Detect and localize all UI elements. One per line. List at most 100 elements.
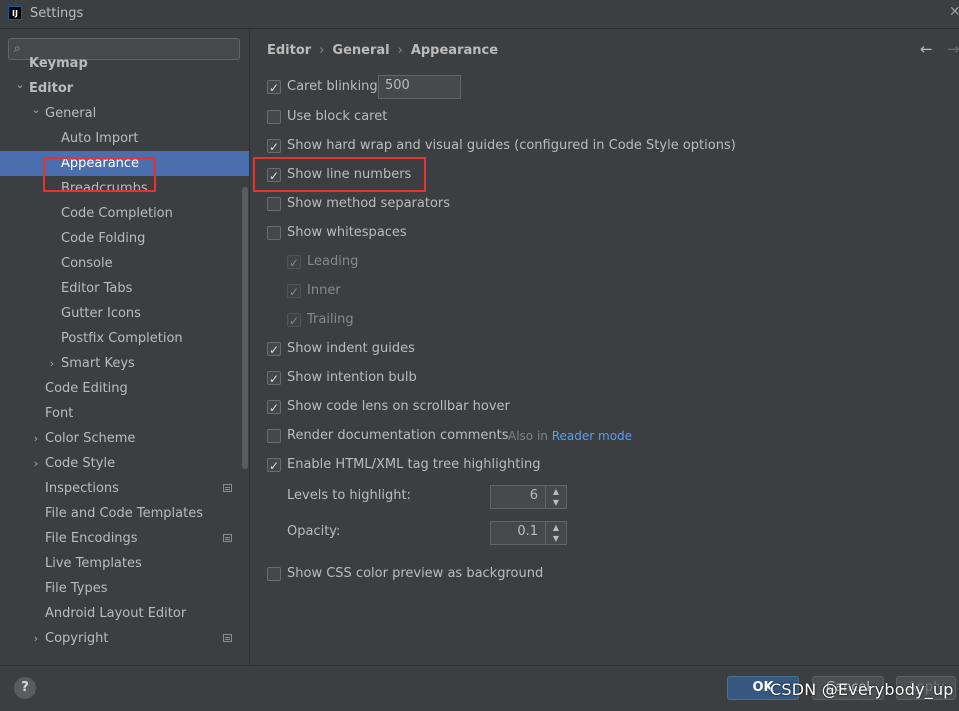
sidebar-item-label: Code Completion	[61, 206, 173, 221]
tag-tree-label: Enable HTML/XML tag tree highlighting	[287, 457, 541, 472]
spinner-up-icon[interactable]: ▲	[546, 486, 566, 497]
intention-bulb-checkbox[interactable]	[267, 369, 281, 389]
block-caret-checkbox[interactable]	[267, 110, 281, 124]
sidebar-item[interactable]: Auto Import	[0, 126, 249, 151]
project-level-icon	[223, 534, 232, 542]
code-lens-label: Show code lens on scrollbar hover	[287, 399, 510, 414]
css-preview-checkbox[interactable]	[267, 567, 281, 581]
sidebar-item[interactable]: Android Layout Editor	[0, 601, 249, 626]
opacity-value[interactable]: 0.1	[517, 524, 538, 539]
whitespaces-checkbox[interactable]	[267, 226, 281, 240]
caret-blinking-input[interactable]: 500	[378, 75, 461, 99]
sidebar-item-label: Keymap	[29, 56, 88, 71]
sidebar-item[interactable]: Gutter Icons	[0, 301, 249, 326]
sidebar-item[interactable]: Font	[0, 401, 249, 426]
sidebar-item[interactable]: › Copyright	[0, 626, 249, 651]
chevron-down-icon[interactable]: ⌄	[14, 72, 26, 97]
method-separators-label: Show method separators	[287, 196, 451, 211]
spinner-down-icon[interactable]: ▼	[546, 497, 566, 508]
line-numbers-checkbox[interactable]	[267, 166, 281, 186]
sidebar-item-label: Font	[45, 406, 74, 421]
css-preview-label: Show CSS color preview as background	[287, 566, 544, 581]
sidebar-item-label: File Types	[45, 581, 108, 596]
chevron-right-icon[interactable]: ›	[30, 426, 42, 451]
sidebar-item[interactable]: Live Templates	[0, 551, 249, 576]
trailing-label: Trailing	[307, 312, 354, 327]
leading-checkbox	[287, 253, 301, 273]
project-level-icon	[223, 634, 232, 642]
code-lens-checkbox[interactable]	[267, 398, 281, 418]
indent-guides-label: Show indent guides	[287, 341, 415, 356]
reader-mode-link[interactable]: Reader mode	[552, 429, 632, 443]
sidebar-item-label: Code Style	[45, 456, 116, 471]
breadcrumb-appearance: Appearance	[410, 43, 499, 58]
method-separators-checkbox[interactable]	[267, 197, 281, 211]
sidebar-item[interactable]: File Encodings	[0, 526, 249, 551]
sidebar-item-label: Smart Keys	[61, 356, 135, 371]
spinner-up-icon[interactable]: ▲	[546, 522, 566, 533]
levels-label: Levels to highlight:	[287, 488, 411, 503]
render-docs-label: Render documentation comments	[287, 428, 509, 443]
chevron-right-icon[interactable]: ›	[46, 351, 58, 376]
tag-tree-checkbox[interactable]	[267, 456, 281, 476]
sidebar-item-label: File Encodings	[45, 531, 138, 546]
breadcrumb-general[interactable]: General	[332, 43, 389, 58]
back-arrow-icon[interactable]: ←	[920, 40, 933, 58]
breadcrumb-separator-icon: ›	[397, 43, 403, 58]
sidebar-item[interactable]: Postfix Completion	[0, 326, 249, 351]
sidebar-item[interactable]: File and Code Templates	[0, 501, 249, 526]
chevron-right-icon[interactable]: ›	[30, 451, 42, 476]
sidebar-item-label: Console	[61, 256, 113, 271]
hard-wrap-label: Show hard wrap and visual guides (config…	[287, 138, 736, 153]
sidebar-item[interactable]: Code Editing	[0, 376, 249, 401]
sidebar-scrollbar[interactable]	[242, 187, 248, 469]
sidebar-item[interactable]: Console	[0, 251, 249, 276]
sidebar-item[interactable]: Appearance	[0, 151, 249, 176]
sidebar-item[interactable]: › Code Style	[0, 451, 249, 476]
sidebar-item-label: Android Layout Editor	[45, 606, 187, 621]
sidebar-item[interactable]: Inspections	[0, 476, 249, 501]
opacity-label: Opacity:	[287, 524, 341, 539]
sidebar-item[interactable]: Code Completion	[0, 201, 249, 226]
help-icon[interactable]: ?	[14, 677, 36, 699]
intellij-logo-icon: IJ	[8, 6, 22, 20]
forward-arrow-icon[interactable]: →	[947, 40, 959, 58]
chevron-down-icon[interactable]: ⌄	[30, 97, 42, 122]
sidebar-item-label: Copyright	[45, 631, 109, 646]
inner-label: Inner	[307, 283, 341, 298]
opacity-spinner[interactable]: 0.1 ▲ ▼	[490, 521, 567, 545]
sidebar-item[interactable]: Keymap	[0, 51, 249, 76]
sidebar-item[interactable]: Code Folding	[0, 226, 249, 251]
sidebar-item-label: Gutter Icons	[61, 306, 141, 321]
settings-content: Editor›General›Appearance ← → Caret blin…	[250, 29, 959, 665]
project-level-icon	[223, 484, 232, 492]
inner-checkbox	[287, 282, 301, 302]
sidebar-item-label: File and Code Templates	[45, 506, 203, 521]
indent-guides-checkbox[interactable]	[267, 340, 281, 360]
levels-spinner[interactable]: 6 ▲ ▼	[490, 485, 567, 509]
sidebar-item[interactable]: File Types	[0, 576, 249, 601]
sidebar-item-label: General	[45, 106, 97, 121]
sidebar-item[interactable]: › Color Scheme	[0, 426, 249, 451]
breadcrumb-separator-icon: ›	[319, 43, 325, 58]
sidebar-item[interactable]: Breadcrumbs	[0, 176, 249, 201]
render-docs-checkbox[interactable]	[267, 429, 281, 443]
breadcrumb-editor[interactable]: Editor	[267, 43, 311, 58]
sidebar-item[interactable]: › Smart Keys	[0, 351, 249, 376]
intention-bulb-label: Show intention bulb	[287, 370, 417, 385]
sidebar-item[interactable]: ⌄ General	[0, 101, 249, 126]
spinner-down-icon[interactable]: ▼	[546, 533, 566, 544]
sidebar-item-label: Inspections	[45, 481, 119, 496]
title-bar: IJ Settings ✕	[0, 0, 959, 29]
sidebar-item[interactable]: Editor Tabs	[0, 276, 249, 301]
levels-value[interactable]: 6	[530, 488, 538, 503]
sidebar-item-label: Editor Tabs	[61, 281, 133, 296]
breadcrumb: Editor › General › Appearance	[267, 43, 498, 58]
trailing-checkbox	[287, 311, 301, 331]
sidebar-item-label: Auto Import	[61, 131, 139, 146]
caret-blinking-checkbox[interactable]	[267, 78, 281, 98]
close-icon[interactable]: ✕	[949, 4, 959, 20]
line-numbers-label: Show line numbers	[287, 167, 412, 182]
hard-wrap-checkbox[interactable]	[267, 137, 281, 157]
chevron-right-icon[interactable]: ›	[30, 626, 42, 651]
